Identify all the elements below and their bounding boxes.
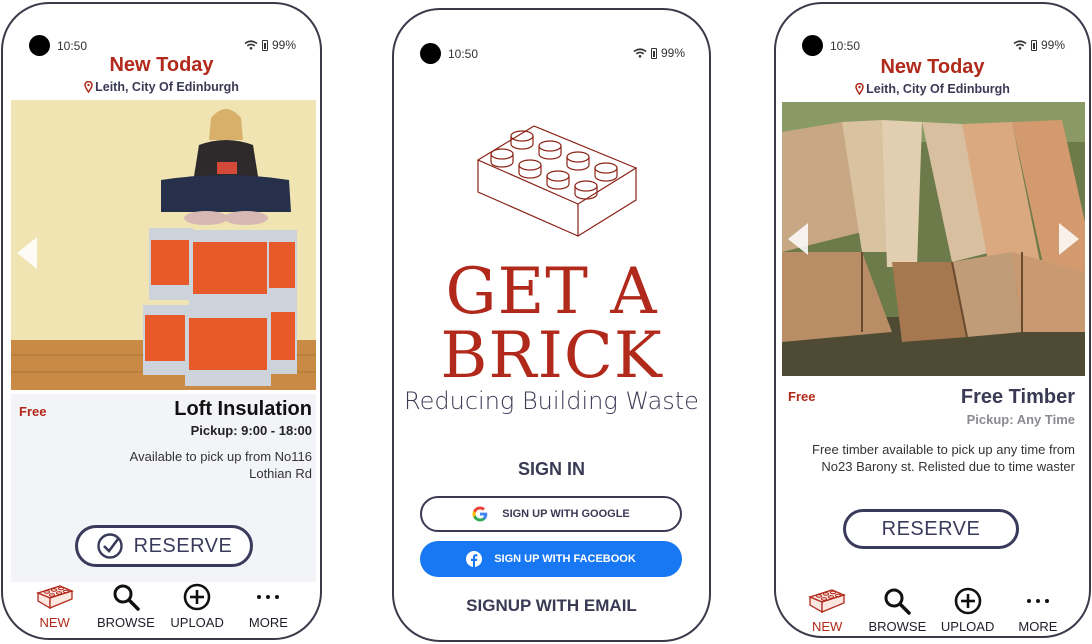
- listing-photo-insulation[interactable]: [11, 100, 316, 390]
- nav-item-more[interactable]: MORE: [1008, 587, 1068, 634]
- brick-icon: [35, 585, 74, 610]
- search-icon: [113, 584, 140, 611]
- status-right: 99%: [244, 38, 296, 52]
- listing-photo-timber[interactable]: [782, 102, 1085, 376]
- location-pin-icon: [84, 81, 93, 93]
- google-icon: [472, 506, 488, 522]
- email-signup-link[interactable]: SIGNUP WITH EMAIL: [394, 596, 709, 616]
- google-signup-label: SIGN UP WITH GOOGLE: [502, 508, 630, 520]
- facebook-icon: [466, 551, 483, 567]
- nav-item-new[interactable]: NEW: [25, 583, 85, 630]
- nav-item-more[interactable]: MORE: [238, 583, 298, 630]
- bottom-nav: NEW BROWSE UPLOAD MORE: [3, 574, 320, 630]
- nav-item-new[interactable]: NEW: [797, 587, 857, 634]
- previous-image-arrow[interactable]: [788, 223, 808, 255]
- tagline: Reducing Building Waste: [404, 387, 699, 415]
- location: Leith, City Of Edinburgh: [776, 82, 1089, 96]
- phone-screen-new-today-1: 10:50 99% New Today Leith, City Of Edinb…: [1, 2, 322, 640]
- bottom-nav: NEW BROWSE UPLOAD MORE: [776, 578, 1089, 634]
- price-badge: Free: [19, 404, 47, 419]
- timber-photo-illustration: [782, 102, 1085, 376]
- battery-percent: 99%: [271, 38, 296, 52]
- more-icon: [1026, 599, 1049, 603]
- battery-icon: [1030, 39, 1037, 51]
- page-title: New Today: [880, 56, 985, 78]
- status-right: 99%: [633, 46, 685, 60]
- reserve-button[interactable]: RESERVE: [75, 525, 253, 567]
- page-title: New Today: [109, 54, 214, 76]
- location-text: Leith, City Of Edinburgh: [95, 80, 239, 94]
- camera-dot: [802, 35, 823, 56]
- status-time: 10:50: [830, 39, 861, 53]
- battery-icon: [261, 39, 268, 51]
- camera-dot: [29, 35, 50, 56]
- brick-logo-icon: [476, 125, 638, 237]
- nav-label-upload: UPLOAD: [170, 615, 224, 630]
- check-circle-icon: [96, 533, 123, 559]
- listing-description: Free timber available to pick up any tim…: [812, 442, 1075, 474]
- listing-title: Free Timber: [960, 386, 1075, 408]
- brick-icon: [808, 589, 847, 614]
- status-time: 10:50: [448, 47, 479, 61]
- phone-screen-sign-in: 10:50 99% GET A BRICK Reducing Building …: [392, 8, 711, 642]
- pickup-time: Pickup: 9:00 - 18:00: [190, 423, 312, 438]
- phone-screen-new-today-2: 10:50 99% New Today Leith, City Of Edinb…: [774, 2, 1091, 638]
- wifi-icon: [633, 48, 647, 58]
- reserve-button[interactable]: RESERVE: [843, 509, 1019, 549]
- battery-percent: 99%: [660, 46, 685, 60]
- search-icon: [884, 588, 912, 615]
- plus-circle-icon: [183, 583, 211, 611]
- nav-label-browse: BROWSE: [868, 619, 927, 634]
- reserve-label: RESERVE: [881, 517, 981, 540]
- location-pin-icon: [855, 83, 864, 95]
- price-badge: Free: [788, 389, 816, 404]
- brand-name-line2: BRICK: [440, 319, 663, 393]
- camera-dot: [420, 43, 441, 64]
- brand-name-line1: GET A: [445, 255, 658, 329]
- nav-label-new: NEW: [39, 615, 70, 630]
- wifi-icon: [244, 40, 258, 50]
- nav-item-browse[interactable]: BROWSE: [867, 587, 927, 634]
- status-right: 99%: [1013, 38, 1065, 52]
- google-signup-button[interactable]: SIGN UP WITH GOOGLE: [420, 496, 682, 532]
- more-icon: [257, 595, 280, 599]
- facebook-signup-label: SIGN UP WITH FACEBOOK: [494, 553, 636, 565]
- status-time: 10:50: [57, 39, 88, 53]
- nav-label-new: NEW: [811, 619, 843, 634]
- nav-label-more: MORE: [248, 615, 288, 630]
- nav-label-browse: BROWSE: [96, 615, 155, 630]
- nav-item-upload[interactable]: UPLOAD: [938, 587, 998, 634]
- reserve-label: RESERVE: [133, 534, 233, 557]
- sign-in-link[interactable]: SIGN IN: [394, 459, 709, 480]
- insulation-photo-illustration: [11, 100, 316, 390]
- listing-description: Available to pick up from No116 Lothian …: [129, 449, 312, 481]
- facebook-signup-button[interactable]: SIGN UP WITH FACEBOOK: [420, 541, 682, 577]
- status-bar: 10:50 99%: [394, 42, 709, 68]
- nav-item-browse[interactable]: BROWSE: [96, 583, 156, 630]
- plus-circle-icon: [954, 587, 981, 615]
- battery-percent: 99%: [1040, 38, 1065, 52]
- nav-label-upload: UPLOAD: [940, 619, 995, 634]
- pickup-time: Pickup: Any Time: [966, 412, 1075, 427]
- previous-image-arrow[interactable]: [17, 237, 37, 269]
- battery-icon: [650, 47, 657, 59]
- nav-label-more: MORE: [1018, 619, 1058, 634]
- location-text: Leith, City Of Edinburgh: [866, 82, 1010, 96]
- nav-item-upload[interactable]: UPLOAD: [167, 583, 227, 630]
- location: Leith, City Of Edinburgh: [3, 80, 320, 94]
- next-image-arrow[interactable]: [1059, 223, 1079, 255]
- listing-title: Loft Insulation: [174, 398, 312, 420]
- wifi-icon: [1013, 40, 1027, 50]
